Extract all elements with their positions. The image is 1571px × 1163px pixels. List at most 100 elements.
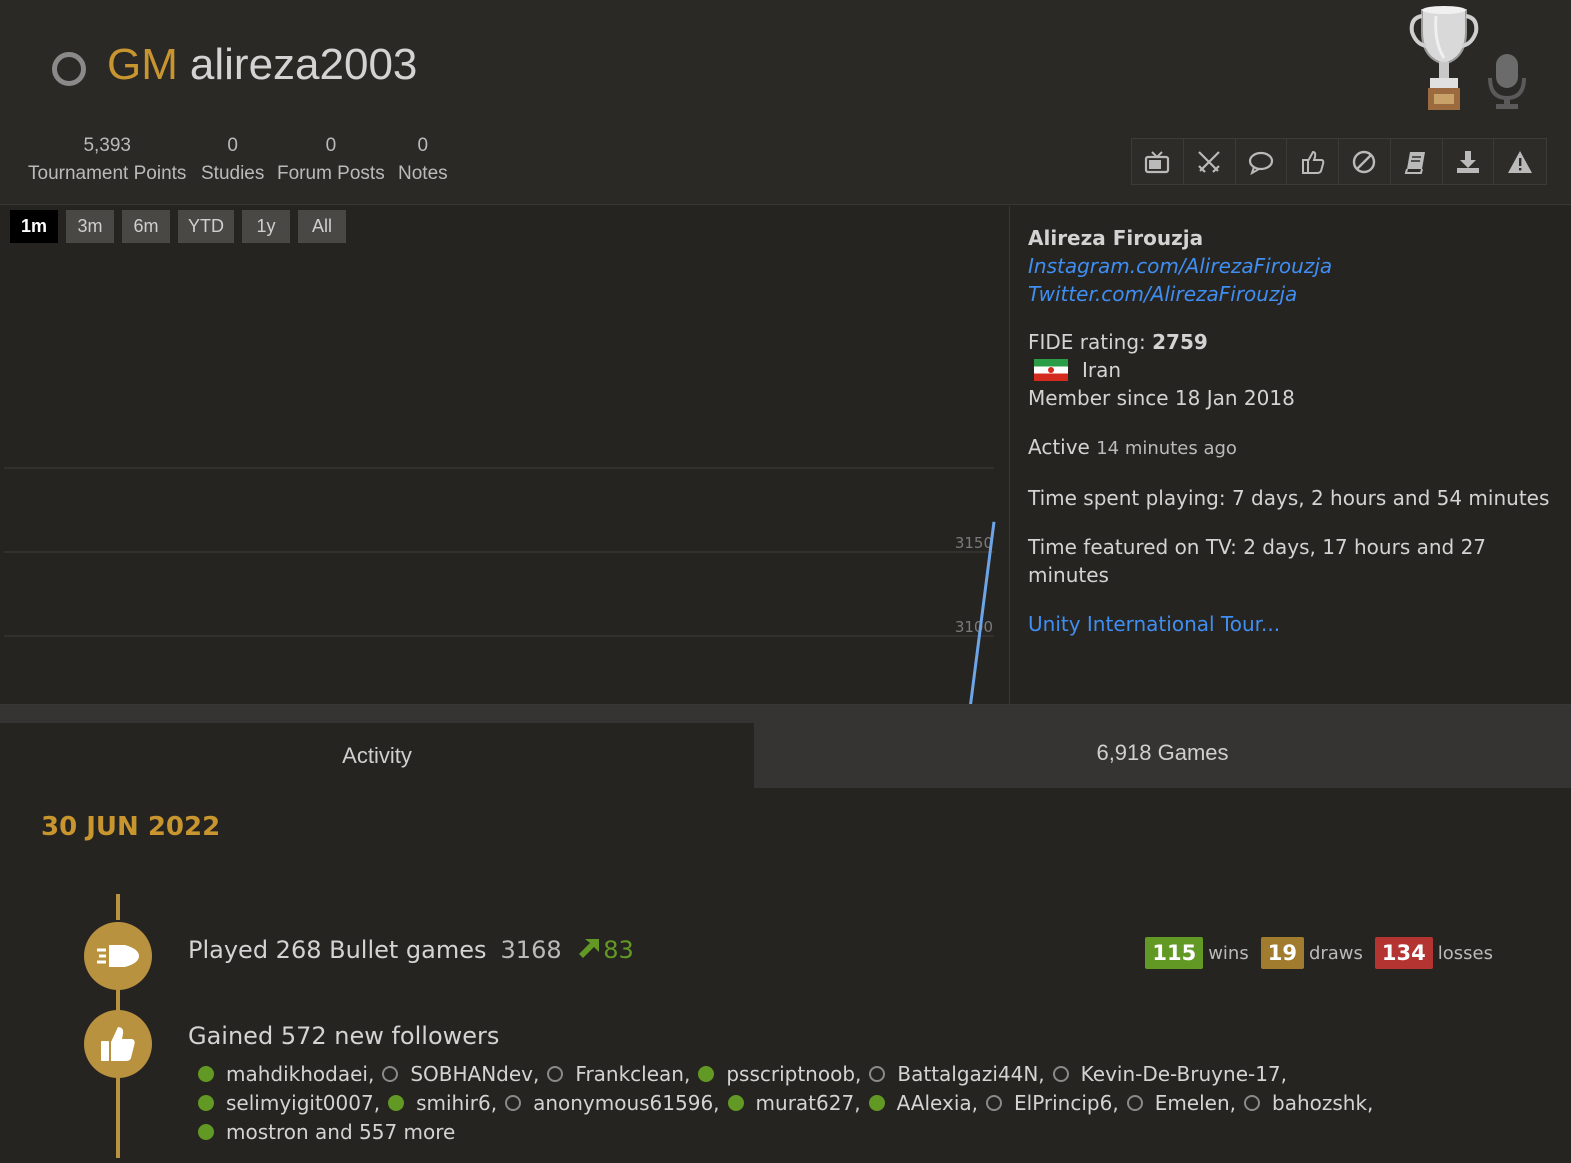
export-games-button[interactable] [1443, 139, 1495, 184]
online-status-icon [868, 1095, 885, 1111]
activity-date: 30 JUN 2022 [41, 812, 221, 842]
follower-name: AAlexia, [896, 1091, 978, 1115]
follower-item[interactable]: mahdikhodaei, [198, 1060, 374, 1088]
follower-item[interactable]: psscriptnoob, [698, 1060, 861, 1088]
stat-value: 5,393 [83, 135, 131, 156]
follower-name: mahdikhodaei, [226, 1062, 375, 1086]
time-playing: Time spent playing: 7 days, 2 hours and … [1028, 486, 1550, 510]
warning-icon [1508, 150, 1533, 173]
follower-item[interactable]: mostron and 557 more [198, 1118, 455, 1146]
instagram-link[interactable]: Instagram.com/AlirezaFirouzja [1028, 252, 1571, 280]
title-badge: GM [107, 40, 178, 89]
follower-item[interactable]: anonymous61596, [505, 1089, 720, 1117]
follower-name: Frankclean, [575, 1062, 691, 1086]
follower-item[interactable]: AAlexia, [868, 1089, 978, 1117]
follower-item[interactable]: SOBHANdev, [382, 1060, 539, 1088]
timeline-line [116, 990, 120, 1012]
range-1y[interactable]: 1y [242, 210, 290, 243]
offline-status-icon [382, 1066, 399, 1082]
follower-name: anonymous61596, [533, 1091, 720, 1115]
follower-name: psscriptnoob, [726, 1062, 862, 1086]
draws-label: draws [1308, 942, 1363, 964]
member-since: Member since 18 Jan 2018 [1028, 386, 1295, 410]
follower-item[interactable]: Battalgazi44N, [869, 1060, 1045, 1088]
stat-studies[interactable]: 0 Studies [201, 132, 264, 188]
offline-status-icon [1126, 1095, 1143, 1111]
fide-label: FIDE rating: [1028, 330, 1153, 354]
follower-name: mostron and 557 more [226, 1120, 456, 1144]
follower-item[interactable]: selimyigit0007, [198, 1089, 380, 1117]
stat-value: 0 [227, 135, 238, 156]
stat-tournament-points[interactable]: 5,393 Tournament Points [28, 132, 186, 188]
active-label: Active [1028, 435, 1097, 459]
fide-rating: FIDE rating: 2759 [1028, 328, 1571, 356]
swords-icon [1198, 150, 1220, 173]
follower-name: Kevin-De-Bruyne-17, [1080, 1062, 1288, 1086]
follower-name: bahozshk, [1272, 1091, 1374, 1115]
real-name: Alireza Firouzja [1028, 226, 1204, 250]
twitter-link[interactable]: Twitter.com/AlirezaFirouzja [1028, 280, 1571, 308]
online-status-icon [198, 1066, 214, 1082]
book-icon [1404, 151, 1426, 174]
range-all[interactable]: All [298, 210, 346, 243]
stat-label: Tournament Points [28, 163, 187, 184]
profile-header: GM alireza2003 5,393 Tournament Points 0 … [0, 0, 1571, 205]
thumbs-up-icon [1301, 150, 1324, 174]
message-button[interactable] [1236, 139, 1288, 184]
current-rating: 3168 [500, 936, 562, 964]
offline-status-icon [1052, 1066, 1069, 1082]
tab-activity[interactable]: Activity [0, 723, 754, 789]
microphone-icon[interactable] [1486, 52, 1528, 110]
range-3m[interactable]: 3m [66, 210, 114, 243]
tab-games[interactable]: 6,918 Games [754, 721, 1571, 785]
followers-list: mahdikhodaei, SOBHANdev, Frankclean, psscri… [198, 1060, 1448, 1147]
fide-value: 2759 [1152, 330, 1208, 354]
stat-value: 0 [417, 135, 429, 156]
time-on-tv: Time featured on TV: 2 days, 17 hours an… [1028, 535, 1487, 587]
block-button[interactable] [1339, 139, 1391, 184]
losses-badge: 134 [1374, 937, 1433, 969]
online-status-icon [388, 1095, 405, 1111]
range-ytd[interactable]: YTD [178, 210, 234, 243]
offline-status-icon [1244, 1095, 1261, 1111]
rating-chart: 30003050310031502019202020212022 [4, 467, 996, 704]
follower-item[interactable]: Emelen, [1126, 1089, 1236, 1117]
range-6m[interactable]: 6m [122, 210, 170, 243]
offline-status-icon [869, 1066, 886, 1082]
stat-notes[interactable]: 0 Notes [398, 132, 448, 188]
iran-flag-icon [1034, 359, 1068, 381]
follower-item[interactable]: Kevin-De-Bruyne-17, [1052, 1060, 1288, 1088]
online-status-icon [198, 1095, 214, 1111]
trophy-icon[interactable] [1408, 2, 1480, 114]
challenge-button[interactable] [1184, 139, 1236, 184]
offline-status-icon [505, 1095, 522, 1111]
range-selector: 1m 3m 6m YTD 1y All [10, 210, 346, 243]
follower-item[interactable]: smihir6, [388, 1089, 497, 1117]
follow-button[interactable] [1287, 139, 1339, 184]
country: Iran [1034, 356, 1571, 384]
stat-forum-posts[interactable]: 0 Forum Posts [277, 132, 385, 188]
follower-item[interactable]: murat627, [727, 1089, 861, 1117]
range-1m[interactable]: 1m [10, 210, 58, 243]
follower-item[interactable]: bahozshk, [1244, 1089, 1373, 1117]
watch-tv-button[interactable] [1132, 139, 1184, 184]
rating-series-line [969, 521, 996, 704]
timeline-line [116, 894, 120, 920]
online-status-icon [698, 1066, 715, 1082]
follower-item[interactable]: Frankclean, [547, 1060, 690, 1088]
username: alireza2003 [189, 40, 418, 89]
page-title: GM alireza2003 [107, 40, 417, 90]
stat-value: 0 [325, 135, 337, 156]
country-name: Iran [1082, 358, 1122, 382]
draws-badge: 19 [1260, 937, 1304, 969]
report-button[interactable] [1494, 139, 1546, 184]
tournament-link[interactable]: Unity International Tour... [1028, 610, 1571, 638]
games-played[interactable]: Played 268 Bullet games [188, 936, 487, 964]
last-active: Active 14 minutes ago [1028, 433, 1571, 463]
offline-status-icon [547, 1066, 564, 1082]
notes-button[interactable] [1391, 139, 1443, 184]
tv-icon [1145, 150, 1170, 173]
follower-item[interactable]: ElPrincip6, [986, 1089, 1119, 1117]
block-icon [1353, 150, 1376, 173]
stat-label: Forum Posts [277, 163, 385, 184]
